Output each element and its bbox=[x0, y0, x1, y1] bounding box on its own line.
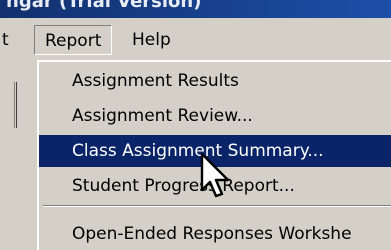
title-bar: ngar (Trial Version) bbox=[0, 0, 391, 18]
menu-bar: t Report Help bbox=[0, 18, 391, 60]
arrow-cursor-icon bbox=[200, 152, 230, 198]
menu-report[interactable]: Report bbox=[34, 25, 113, 55]
background-panel-edge bbox=[0, 82, 17, 128]
window-title: ngar (Trial Version) bbox=[6, 0, 202, 12]
menu-item-partial[interactable]: t bbox=[0, 25, 15, 55]
menu-option-assignment-review[interactable]: Assignment Review... bbox=[39, 100, 391, 132]
menu-option-assignment-results[interactable]: Assignment Results bbox=[39, 65, 391, 97]
menu-option-open-ended-responses[interactable]: Open-Ended Responses Workshe bbox=[39, 218, 391, 250]
menu-help[interactable]: Help bbox=[122, 25, 181, 55]
menu-separator bbox=[43, 205, 391, 207]
